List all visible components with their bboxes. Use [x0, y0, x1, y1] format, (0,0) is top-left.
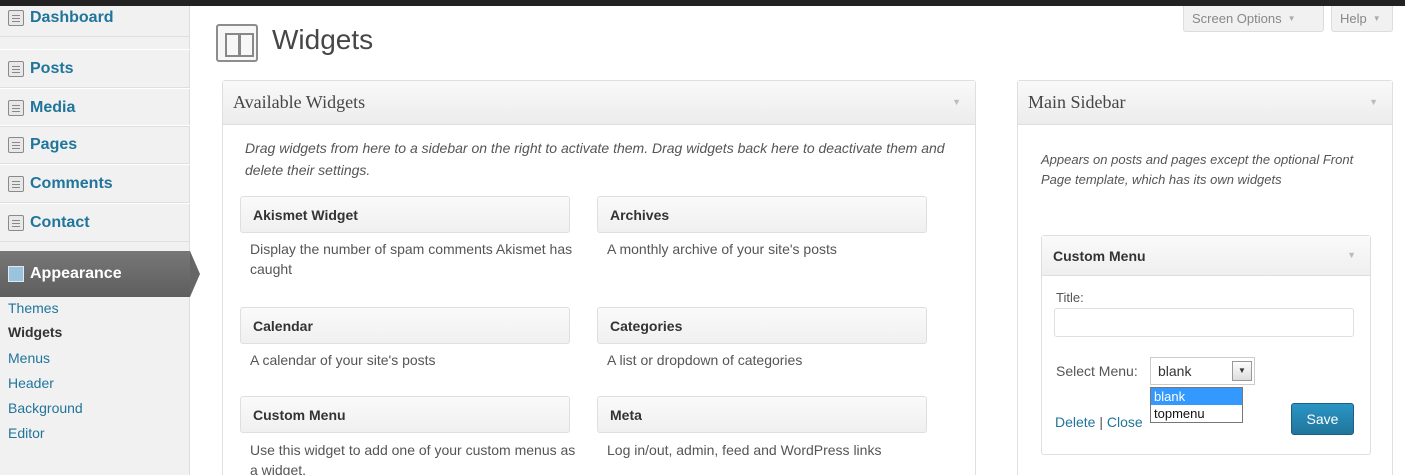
menu-item-posts[interactable]: Posts: [0, 49, 190, 88]
custom-menu-widget-header[interactable]: Custom Menu ▼: [1042, 236, 1370, 276]
collapse-toggle-icon[interactable]: ▼: [952, 97, 961, 107]
panel-title: Main Sidebar: [1028, 92, 1126, 112]
selected-value: blank: [1158, 363, 1192, 379]
save-button-label: Save: [1306, 411, 1339, 427]
page-title: Widgets: [272, 24, 374, 55]
save-button[interactable]: Save: [1291, 403, 1354, 435]
help-label: Help: [1340, 11, 1367, 26]
menu-item-pages[interactable]: Pages: [0, 125, 190, 164]
widget-description: A list or dropdown of categories: [607, 352, 803, 368]
submenu-item-menus[interactable]: Menus: [8, 350, 50, 366]
widget-control-links: Delete | Close: [1055, 414, 1143, 430]
contact-icon: [8, 214, 24, 231]
link-separator: |: [1099, 414, 1103, 430]
available-widgets-header[interactable]: Available Widgets ▼: [223, 81, 975, 125]
screen-options-label: Screen Options: [1192, 11, 1282, 26]
submenu-item-themes[interactable]: Themes: [8, 300, 59, 316]
submenu-item-header[interactable]: Header: [8, 375, 54, 391]
available-widgets-description: Drag widgets from here to a sidebar on t…: [245, 140, 945, 178]
widget-title: Archives: [610, 206, 670, 223]
menu-item-label: Comments: [30, 174, 113, 192]
close-link[interactable]: Close: [1107, 414, 1143, 430]
collapse-toggle-icon[interactable]: ▼: [1369, 97, 1378, 107]
menu-item-label: Posts: [30, 59, 74, 77]
admin-menu: Dashboard Posts Media Pages Comments Con…: [0, 0, 200, 475]
widget-description: A monthly archive of your site's posts: [607, 241, 837, 257]
menu-item-contact[interactable]: Contact: [0, 203, 190, 242]
comment-bubble-icon: [8, 175, 24, 192]
widget-title: Meta: [610, 406, 642, 423]
widget-title: Custom Menu: [253, 406, 346, 423]
widget-calendar[interactable]: Calendar: [240, 307, 570, 344]
option-topmenu[interactable]: topmenu: [1151, 405, 1242, 422]
widget-description: Log in/out, admin, feed and WordPress li…: [607, 442, 882, 458]
delete-link[interactable]: Delete: [1055, 414, 1095, 430]
chevron-down-icon[interactable]: ▼: [1232, 361, 1252, 381]
widget-title: Categories: [610, 317, 683, 334]
widget-archives[interactable]: Archives: [597, 196, 927, 233]
help-button[interactable]: Help ▼: [1331, 6, 1393, 32]
expand-toggle-icon[interactable]: ▼: [1347, 250, 1356, 260]
widget-title: Calendar: [253, 317, 313, 334]
widget-description: Use this widget to add one of your custo…: [250, 442, 576, 475]
screen-options-button[interactable]: Screen Options ▼: [1183, 6, 1324, 32]
widget-description: Display the number of spam comments Akis…: [250, 241, 573, 277]
select-menu-options: blank topmenu: [1150, 387, 1243, 423]
menu-item-label: Pages: [30, 135, 78, 153]
submenu-item-background[interactable]: Background: [8, 400, 83, 416]
menu-item-label: Dashboard: [30, 8, 114, 26]
menu-item-label: Media: [30, 98, 76, 116]
select-menu-label: Select Menu:: [1056, 363, 1138, 379]
pin-icon: [8, 60, 24, 77]
widget-description: A calendar of your site's posts: [250, 352, 436, 368]
widget-akismet[interactable]: Akismet Widget: [240, 196, 570, 233]
option-blank[interactable]: blank: [1151, 388, 1242, 405]
widgets-icon: [216, 24, 258, 62]
menu-item-label: Contact: [30, 213, 90, 231]
submenu-item-widgets[interactable]: Widgets: [8, 324, 62, 340]
menu-item-label: Appearance: [30, 265, 122, 282]
widget-title: Custom Menu: [1053, 247, 1146, 264]
triangle-down-icon: ▼: [1287, 14, 1296, 23]
menu-item-appearance[interactable]: Appearance: [0, 251, 200, 297]
menu-item-media[interactable]: Media: [0, 88, 190, 127]
widget-title: Akismet Widget: [253, 206, 358, 223]
pages-icon: [8, 136, 24, 153]
menu-item-comments[interactable]: Comments: [0, 164, 190, 203]
widget-categories[interactable]: Categories: [597, 307, 927, 344]
dashboard-icon: [8, 9, 24, 26]
title-input[interactable]: [1054, 308, 1354, 337]
select-menu-dropdown[interactable]: blank ▼: [1150, 357, 1255, 385]
submenu-item-editor[interactable]: Editor: [8, 425, 45, 441]
triangle-down-icon: ▼: [1372, 14, 1381, 23]
title-label: Title:: [1056, 290, 1084, 305]
main-sidebar-header[interactable]: Main Sidebar ▼: [1018, 81, 1392, 125]
media-icon: [8, 99, 24, 116]
panel-title: Available Widgets: [233, 92, 366, 112]
menu-item-dashboard[interactable]: Dashboard: [0, 0, 190, 37]
widget-custom-menu[interactable]: Custom Menu: [240, 396, 570, 433]
appearance-icon: [8, 266, 24, 282]
main-sidebar-description: Appears on posts and pages except the op…: [1041, 152, 1354, 187]
widget-meta[interactable]: Meta: [597, 396, 927, 433]
